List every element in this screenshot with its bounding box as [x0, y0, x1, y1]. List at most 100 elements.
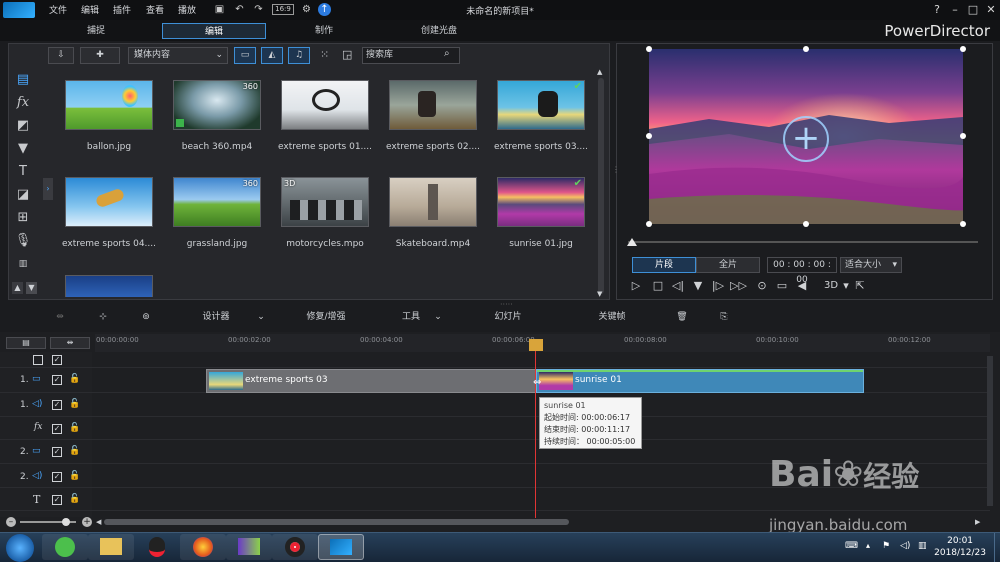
track-enable-checkbox[interactable]: ✓ — [52, 495, 62, 505]
media-thumb-beach360[interactable]: 360 — [173, 80, 261, 130]
timecode-display[interactable]: 00 : 00 : 00 : 00 — [767, 257, 837, 285]
close-icon[interactable]: ✕ — [983, 2, 999, 18]
track-enable-checkbox[interactable]: ✓ — [52, 400, 62, 410]
expand-panel-icon[interactable]: › — [43, 178, 53, 200]
panel-splitter-icon[interactable]: ⋮ — [612, 165, 620, 174]
timeline-vertical-scrollbar[interactable] — [987, 356, 993, 506]
chevron-down-icon[interactable]: ⌄ — [432, 306, 444, 328]
scroll-down-icon[interactable]: ▼ — [597, 290, 602, 298]
start-button-icon[interactable] — [6, 534, 34, 562]
pip-room-icon[interactable]: ◩ — [13, 116, 33, 136]
timeline-horizontal-scrollbar[interactable] — [104, 519, 569, 525]
track-lock-icon[interactable]: 🔓 — [69, 399, 80, 409]
taskbar-app-recorder[interactable] — [272, 534, 318, 560]
rail-up-icon[interactable]: ▲ — [12, 282, 23, 294]
media-thumb-extreme01[interactable] — [281, 80, 369, 130]
media-thumb-grassland[interactable]: 360 — [173, 177, 261, 227]
undo-icon[interactable]: ↶ — [233, 3, 246, 16]
particle-room-icon[interactable]: ▼ — [13, 139, 33, 159]
menu-view[interactable]: 查看 — [146, 3, 164, 16]
move-crosshair-icon[interactable]: + — [783, 116, 829, 162]
transcript-icon[interactable]: ⎘ — [716, 306, 732, 328]
track-enable-checkbox[interactable] — [33, 355, 43, 365]
maximize-icon[interactable]: □ — [965, 2, 981, 18]
show-desktop-button[interactable] — [994, 533, 1000, 562]
zoom-in-icon[interactable]: + — [82, 517, 92, 527]
upgrade-icon[interactable]: ↑ — [318, 3, 331, 16]
thumbnail-size-icon[interactable]: ◲ — [342, 48, 352, 61]
taskbar-clock[interactable]: 20:01 2018/12/23 — [934, 535, 986, 559]
track-enable-checkbox[interactable]: ✓ — [52, 424, 62, 434]
volume-tray-icon[interactable]: ◁) — [900, 541, 910, 551]
transition-room-icon[interactable]: ◪ — [13, 185, 33, 205]
stop-icon[interactable]: □ — [650, 278, 666, 294]
tab-create-disc[interactable]: 创建光盘 — [404, 23, 474, 39]
track-lock-icon[interactable]: 🔓 — [69, 374, 80, 384]
media-room-icon[interactable]: ▤ — [13, 70, 33, 90]
media-thumb-skateboard[interactable] — [389, 177, 477, 227]
menu-plugins[interactable]: 插件 — [113, 3, 131, 16]
scroll-up-icon[interactable]: ▲ — [597, 68, 602, 76]
slideshow-button[interactable]: 幻灯片 — [478, 306, 538, 328]
playhead-handle[interactable] — [529, 339, 543, 351]
taskbar-app-qq[interactable] — [134, 534, 180, 560]
resize-handle[interactable] — [960, 46, 966, 52]
track-manager-icon[interactable]: ⇹ — [52, 306, 68, 328]
menu-edit[interactable]: 编辑 — [81, 3, 99, 16]
media-thumb-partial[interactable] — [65, 275, 153, 297]
keyboard-tray-icon[interactable]: ⌨ — [845, 541, 858, 551]
scroll-right-icon[interactable]: ▶ — [975, 518, 980, 526]
grid-view-icon[interactable]: ⁙ — [320, 48, 329, 61]
zoom-out-icon[interactable]: – — [6, 517, 16, 527]
clip-mode-button[interactable]: 片段 — [632, 257, 696, 273]
designer-button[interactable]: 设计器 — [190, 306, 242, 328]
media-content-dropdown[interactable]: 媒体内容 ⌄ — [128, 47, 228, 64]
music-filter-icon[interactable]: ♫ — [288, 47, 310, 64]
search-icon[interactable]: ⌕ — [444, 48, 450, 59]
media-thumb-sunrise01[interactable]: ✔ — [497, 177, 585, 227]
tools-button[interactable]: 工具 — [394, 306, 428, 328]
undock-icon[interactable]: ⇱ — [852, 278, 868, 294]
minimize-icon[interactable]: – — [947, 2, 963, 18]
plugin-puzzle-icon[interactable]: ✚ — [80, 47, 120, 64]
menu-play[interactable]: 播放 — [178, 3, 196, 16]
resize-handle[interactable] — [803, 221, 809, 227]
prev-frame-icon[interactable]: ◁| — [670, 278, 686, 294]
chapter-room-icon[interactable]: ▥ — [13, 254, 33, 274]
split-icon[interactable]: ▼ — [690, 278, 706, 294]
media-thumb-ballon[interactable] — [65, 80, 153, 130]
delete-trash-icon[interactable]: 🗑 — [674, 306, 690, 328]
audio-mixing-icon[interactable]: ⊞ — [13, 208, 33, 228]
title-room-icon[interactable]: T — [13, 162, 33, 182]
tray-expand-icon[interactable]: ▴ — [866, 541, 870, 550]
image-filter-icon[interactable]: ◭ — [261, 47, 283, 64]
fix-enhance-button[interactable]: 修复/增强 — [290, 306, 362, 328]
aspect-ratio-icon[interactable]: 16:9 — [272, 4, 294, 15]
timeline-view-icon[interactable]: ▤ — [6, 337, 46, 349]
track-select-checkbox[interactable]: ✓ — [52, 355, 62, 365]
track-lock-icon[interactable]: 🔓 — [69, 494, 80, 504]
timeline-clip-extreme-sports-03[interactable]: extreme sports 03 — [206, 369, 536, 393]
track-enable-checkbox[interactable]: ✓ — [52, 472, 62, 482]
subtitle-icon[interactable]: ▭ — [774, 278, 790, 294]
play-icon[interactable]: ▷ — [628, 278, 644, 294]
import-media-icon[interactable]: ⇩ — [48, 47, 74, 64]
keyframe-button[interactable]: 关键帧 — [584, 306, 640, 328]
resize-handle[interactable] — [646, 46, 652, 52]
media-thumb-extreme03[interactable]: ✔ — [497, 80, 585, 130]
next-frame-icon[interactable]: |▷ — [710, 278, 726, 294]
media-thumb-extreme04[interactable] — [65, 177, 153, 227]
settings-gear-icon[interactable]: ⚙ — [300, 3, 313, 16]
video-filter-icon[interactable]: ▭ — [234, 47, 256, 64]
resize-handle[interactable] — [646, 221, 652, 227]
timeline-clip-sunrise-01[interactable]: sunrise 01 — [536, 369, 864, 393]
fast-forward-icon[interactable]: ▷▷ — [730, 278, 747, 294]
library-scrollbar[interactable] — [598, 78, 604, 294]
timeline-playhead[interactable] — [535, 340, 536, 518]
taskbar-app-firefox[interactable] — [180, 534, 226, 560]
save-icon[interactable]: ▣ — [213, 3, 226, 16]
tab-capture[interactable]: 捕捉 — [66, 23, 126, 39]
taskbar-app-360[interactable] — [42, 534, 88, 560]
track-lock-icon[interactable]: 🔓 — [69, 471, 80, 481]
preview-scrub-bar[interactable] — [628, 241, 978, 243]
